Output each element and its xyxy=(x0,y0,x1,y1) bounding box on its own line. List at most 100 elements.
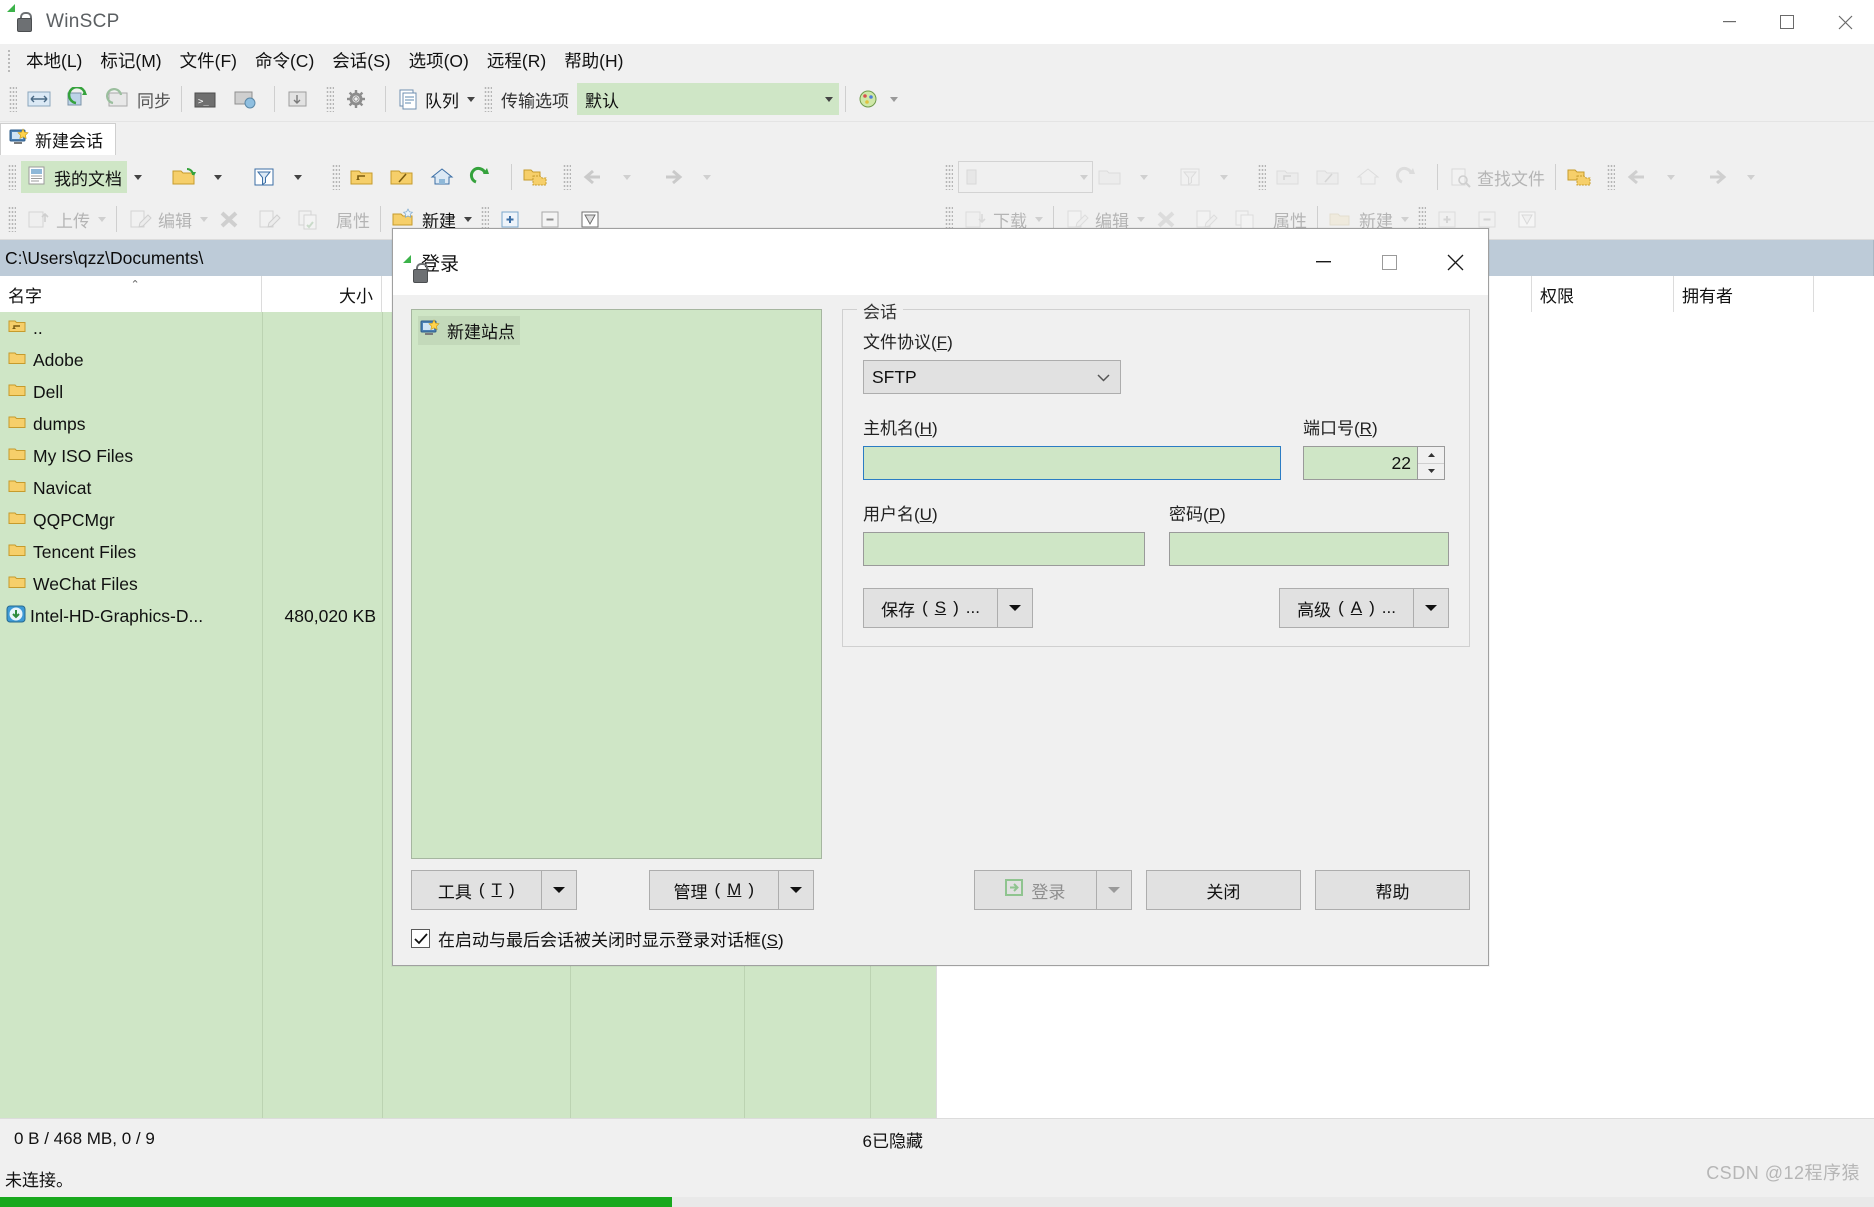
site-tree[interactable]: 新建站点 xyxy=(411,309,822,859)
menu-file[interactable]: 文件(F) xyxy=(171,45,246,76)
login-button[interactable]: 登录 xyxy=(974,870,1132,910)
port-stepper[interactable]: 22 xyxy=(1303,446,1445,480)
transfer-options-chevron-down-icon[interactable] xyxy=(816,84,838,114)
color-palette-icon[interactable] xyxy=(852,83,902,115)
checkmark-icon xyxy=(413,932,428,944)
queue-chevron-down-icon[interactable] xyxy=(467,96,475,102)
local-open-folder-icon[interactable] xyxy=(167,161,207,193)
local-refresh-icon[interactable] xyxy=(465,161,505,193)
show-login-dialog-checkbox[interactable] xyxy=(411,929,430,948)
remote-forward-chevron-down-icon[interactable] xyxy=(1740,161,1780,193)
local-rename-icon[interactable] xyxy=(252,203,292,235)
menu-mark[interactable]: 标记(M) xyxy=(91,45,170,76)
login-chevron-down-icon[interactable] xyxy=(1095,870,1132,910)
upload-button[interactable]: 上传 xyxy=(21,203,110,235)
compare-directories-icon[interactable] xyxy=(22,83,62,115)
local-path-combo[interactable]: 我的文档 xyxy=(21,161,127,193)
menu-command[interactable]: 命令(C) xyxy=(246,45,323,76)
local-column-size[interactable]: 大小 xyxy=(262,276,382,312)
tab-new-session[interactable]: 新建会话 xyxy=(0,123,116,155)
remote-home-directory-icon[interactable] xyxy=(1351,161,1391,193)
remote-new-chevron-down-icon[interactable] xyxy=(1401,216,1409,222)
local-column-name[interactable]: 名字 ⌃ xyxy=(0,276,262,312)
tools-chevron-down-icon[interactable] xyxy=(540,870,577,910)
menu-session[interactable]: 会话(S) xyxy=(323,45,399,76)
local-openfolder-chevron-down-icon[interactable] xyxy=(207,161,247,193)
help-button[interactable]: 帮助 xyxy=(1314,870,1470,910)
local-filter-chevron-down-icon[interactable] xyxy=(287,161,327,193)
remote-back-icon[interactable] xyxy=(1620,161,1660,193)
remote-parent-directory-icon[interactable] xyxy=(1271,161,1311,193)
download-chevron-down-icon[interactable] xyxy=(1035,216,1043,222)
local-edit-chevron-down-icon[interactable] xyxy=(200,216,208,222)
stepper-up-icon[interactable] xyxy=(1418,447,1444,463)
remote-edit-chevron-down-icon[interactable] xyxy=(1137,216,1145,222)
close-icon[interactable] xyxy=(1422,229,1488,295)
remote-openfolder-chevron-down-icon[interactable] xyxy=(1133,161,1173,193)
remote-root-directory-icon[interactable] xyxy=(1311,161,1351,193)
close-button[interactable]: 关闭 xyxy=(1145,870,1301,910)
username-input[interactable] xyxy=(863,532,1145,566)
local-path-chevron-down-icon[interactable] xyxy=(127,161,167,193)
minimize-icon[interactable] xyxy=(1700,0,1758,44)
manage-chevron-down-icon[interactable] xyxy=(778,870,814,910)
menu-local[interactable]: 本地(L) xyxy=(17,45,91,76)
open-terminal-icon[interactable]: >_ xyxy=(188,83,228,115)
local-back-chevron-down-icon[interactable] xyxy=(616,161,656,193)
stepper-down-icon[interactable] xyxy=(1418,462,1444,479)
remote-refresh-icon[interactable] xyxy=(1391,161,1431,193)
local-forward-chevron-down-icon[interactable] xyxy=(696,161,736,193)
save-button[interactable]: 保存(S)... xyxy=(863,588,1033,628)
hostname-input[interactable] xyxy=(863,446,1281,480)
color-chevron-down-icon[interactable] xyxy=(890,96,898,102)
remote-open-folder-icon[interactable] xyxy=(1093,161,1133,193)
remote-new-directory-icon[interactable] xyxy=(1562,161,1602,193)
synchronize-icon[interactable]: 同步 xyxy=(102,83,175,115)
save-chevron-down-icon[interactable] xyxy=(997,588,1033,628)
maximize-icon[interactable] xyxy=(1356,229,1422,295)
menu-help[interactable]: 帮助(H) xyxy=(555,45,632,76)
local-filter-icon[interactable] xyxy=(247,161,287,193)
menu-remote[interactable]: 远程(R) xyxy=(478,45,555,76)
queue-button[interactable]: 队列 xyxy=(392,83,479,115)
local-delete-icon[interactable] xyxy=(212,203,252,235)
local-root-directory-icon[interactable] xyxy=(385,161,425,193)
preferences-gear-icon[interactable] xyxy=(339,83,379,115)
transfer-settings-icon[interactable] xyxy=(281,83,321,115)
minimize-icon[interactable] xyxy=(1290,229,1356,295)
remote-forward-icon[interactable] xyxy=(1700,161,1740,193)
tools-button[interactable]: 工具(T) xyxy=(411,870,577,910)
local-back-icon[interactable] xyxy=(576,161,616,193)
remote-back-chevron-down-icon[interactable] xyxy=(1660,161,1700,193)
local-duplicate-icon[interactable] xyxy=(292,203,332,235)
password-input[interactable] xyxy=(1169,532,1449,566)
local-edit-button[interactable]: 编辑 xyxy=(123,203,212,235)
transfer-options-combo[interactable]: 默认 xyxy=(577,83,839,115)
open-putty-icon[interactable] xyxy=(228,83,268,115)
synchronize-browsing-icon[interactable] xyxy=(62,83,102,115)
menu-options[interactable]: 选项(O) xyxy=(400,45,478,76)
remote-path-combo[interactable] xyxy=(958,161,1093,193)
local-new-directory-icon[interactable] xyxy=(518,161,558,193)
show-login-dialog-checkbox-row[interactable]: 在启动与最后会话被关闭时显示登录对话框(S) xyxy=(411,926,1470,951)
local-new-chevron-down-icon[interactable] xyxy=(464,216,472,222)
remote-column-rights[interactable]: 权限 xyxy=(1532,276,1674,312)
find-files-button[interactable]: 查找文件 xyxy=(1444,161,1549,193)
remote-invert-selection-icon[interactable] xyxy=(1511,203,1551,235)
upload-chevron-down-icon[interactable] xyxy=(98,216,106,222)
advanced-chevron-down-icon[interactable] xyxy=(1413,588,1449,628)
maximize-icon[interactable] xyxy=(1758,0,1816,44)
local-parent-directory-icon[interactable] xyxy=(345,161,385,193)
close-icon[interactable] xyxy=(1816,0,1874,44)
remote-filter-chevron-down-icon[interactable] xyxy=(1213,161,1253,193)
file-protocol-select[interactable]: SFTP xyxy=(863,360,1121,394)
site-tree-item-new-site[interactable]: 新建站点 xyxy=(418,316,520,345)
manage-button[interactable]: 管理(M) xyxy=(648,870,814,910)
advanced-button[interactable]: 高级(A)... xyxy=(1279,588,1449,628)
local-forward-icon[interactable] xyxy=(656,161,696,193)
local-home-directory-icon[interactable] xyxy=(425,161,465,193)
local-properties-button[interactable]: 属性 xyxy=(332,203,374,235)
remote-path-chevron-down-icon[interactable] xyxy=(1080,174,1088,180)
remote-column-owner[interactable]: 拥有者 xyxy=(1674,276,1814,312)
remote-filter-icon[interactable] xyxy=(1173,161,1213,193)
